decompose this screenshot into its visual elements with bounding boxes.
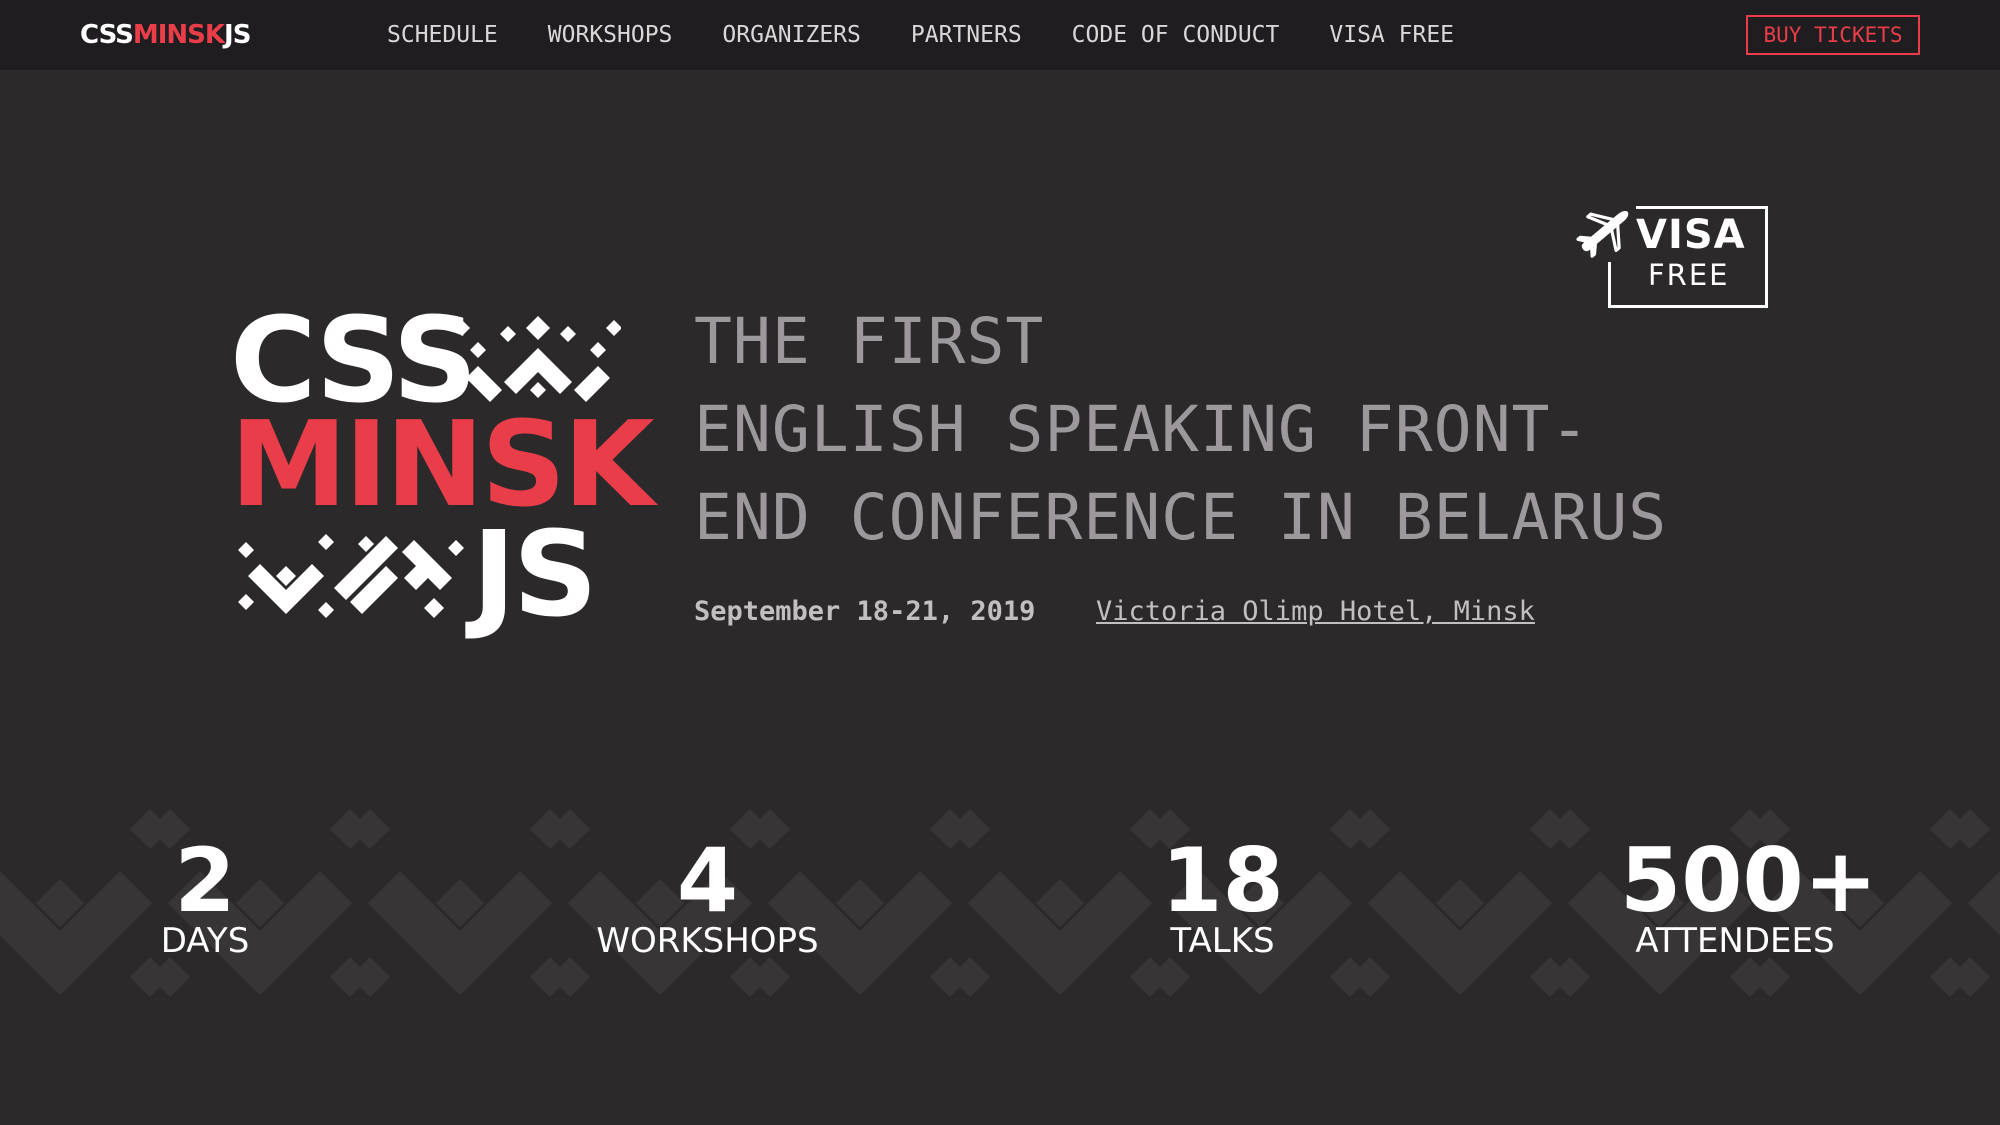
headline-line-2: ENGLISH SPEAKING FRONT- — [694, 393, 1590, 466]
stat-talks-label: TALKS — [1170, 921, 1275, 961]
stat-workshops: 4 WORKSHOPS — [585, 829, 830, 962]
logo-minsk: MINSK — [230, 395, 655, 533]
stat-days-value: 2 — [174, 829, 236, 932]
brand-minsk: MINSK — [132, 20, 225, 50]
venue-link[interactable]: Victoria Olimp Hotel, Minsk — [1096, 596, 1535, 627]
stat-attendees: 500+ ATTENDEES — [1620, 829, 1878, 962]
nav-code-of-conduct[interactable]: CODE OF CONDUCT — [1072, 22, 1280, 48]
nav-visa-free[interactable]: VISA FREE — [1329, 22, 1454, 48]
conference-logo: CSS MINSK JS — [230, 301, 655, 643]
stat-workshops-label: WORKSHOPS — [596, 921, 819, 961]
stat-days: 2 DAYS — [140, 829, 270, 962]
stat-days-label: DAYS — [160, 921, 250, 961]
logo-ornament-top — [456, 316, 621, 402]
hero-headline: THE FIRST ENGLISH SPEAKING FRONT- END CO… — [694, 298, 1667, 562]
visa-free-badge[interactable]: VISA FREE — [1572, 198, 1772, 310]
buy-tickets-button[interactable]: BUY TICKETS — [1746, 15, 1920, 55]
stat-workshops-value: 4 — [676, 829, 739, 932]
visa-word: VISA — [1636, 212, 1746, 258]
stat-attendees-label: ATTENDEES — [1635, 921, 1835, 961]
logo-js: JS — [472, 505, 598, 643]
nav-organizers[interactable]: ORGANIZERS — [722, 22, 860, 48]
stat-talks-value: 18 — [1161, 829, 1284, 932]
top-navigation: CSSMINSKJS SCHEDULE WORKSHOPS ORGANIZERS… — [0, 0, 2000, 70]
brand-css: CSS — [80, 20, 134, 50]
logo-ornament-bottom — [238, 534, 464, 618]
visa-free-word: FREE — [1648, 258, 1730, 292]
nav-links: SCHEDULE WORKSHOPS ORGANIZERS PARTNERS C… — [387, 0, 1504, 70]
brand-js: JS — [224, 20, 251, 50]
headline-line-1: THE FIRST — [694, 305, 1045, 378]
nav-partners[interactable]: PARTNERS — [911, 22, 1022, 48]
brand-logo[interactable]: CSSMINSKJS — [80, 17, 251, 53]
airplane-icon — [1574, 200, 1636, 262]
nav-schedule[interactable]: SCHEDULE — [387, 22, 498, 48]
stat-talks: 18 TALKS — [1150, 829, 1295, 962]
headline-line-3: END CONFERENCE IN BELARUS — [694, 481, 1668, 554]
event-date: September 18-21, 2019 — [694, 596, 1036, 627]
event-meta: September 18-21, 2019 Victoria Olimp Hot… — [694, 596, 1535, 627]
stat-attendees-value: 500+ — [1620, 829, 1878, 932]
nav-workshops[interactable]: WORKSHOPS — [548, 22, 673, 48]
